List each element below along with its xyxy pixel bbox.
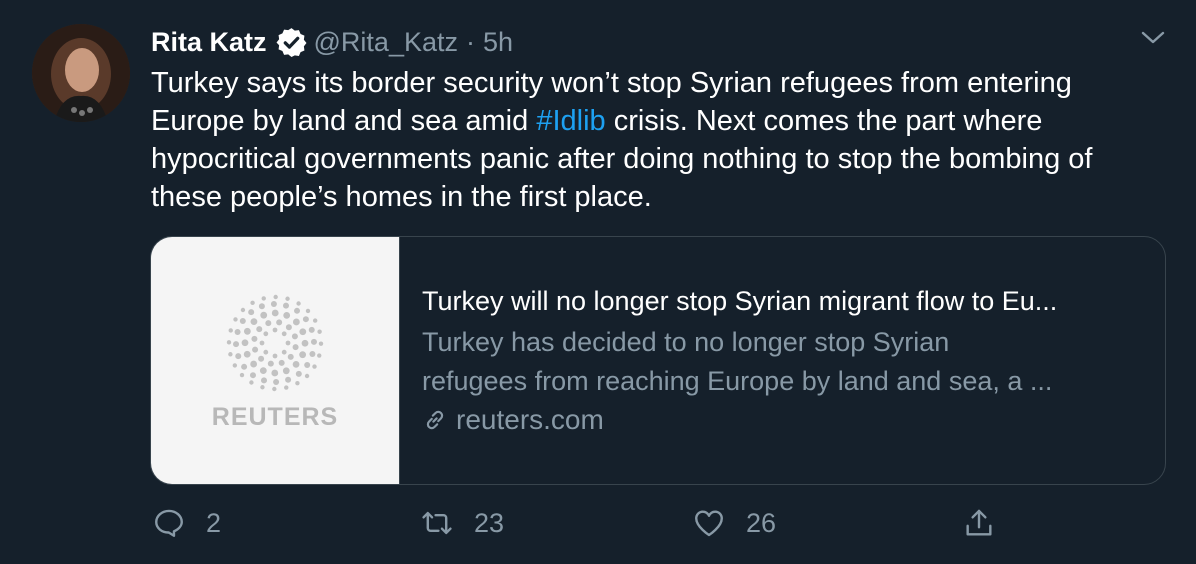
tweet-line: Europe by land and sea amid #Idlib crisi… <box>151 102 1181 140</box>
link-card[interactable]: REUTERS Turkey will no longer stop Syria… <box>150 236 1166 485</box>
retweet-button[interactable]: 23 <box>420 506 504 540</box>
author-handle[interactable]: @Rita_Katz <box>314 27 458 58</box>
tweet-line: Turkey says its border security won’t st… <box>151 67 1072 99</box>
separator: · <box>465 26 475 57</box>
card-title: Turkey will no longer stop Syrian migran… <box>422 286 1058 316</box>
like-button[interactable]: 26 <box>692 506 776 540</box>
tweet-actions: 2 23 26 <box>0 506 1196 546</box>
tweet-header: Rita Katz @Rita_Katz · 5h <box>151 24 513 60</box>
card-body: Turkey will no longer stop Syrian migran… <box>400 237 1057 484</box>
link-icon <box>426 410 444 430</box>
timestamp[interactable]: 5h <box>483 27 513 58</box>
retweet-count: 23 <box>474 507 505 538</box>
card-domain-text: reuters.com <box>456 404 604 435</box>
reuters-logo-text: REUTERS <box>211 403 339 431</box>
tweet-line: these people’s homes in the first place. <box>151 181 652 213</box>
tweet-text: Turkey says its border security won’t st… <box>151 64 1181 216</box>
reply-icon <box>155 509 183 537</box>
hashtag-link[interactable]: #Idlib <box>536 105 605 137</box>
profile-photo <box>32 24 130 122</box>
card-description-line: refugees from reaching Europe by land an… <box>422 366 1053 396</box>
card-description: Turkey has decided to no longer stop Syr… <box>422 323 1057 401</box>
share-button[interactable] <box>962 506 996 540</box>
tweet-line: hypocritical governments panic after doi… <box>151 143 1093 175</box>
avatar[interactable] <box>32 24 130 122</box>
card-description-line: Turkey has decided to no longer stop Syr… <box>422 327 950 357</box>
author-name[interactable]: Rita Katz <box>151 27 267 58</box>
heart-icon <box>695 510 723 537</box>
reply-count: 2 <box>206 507 222 538</box>
verified-badge-icon <box>276 27 307 57</box>
reuters-logo-icon <box>226 294 324 392</box>
chevron-down-icon[interactable] <box>1140 28 1166 48</box>
tweet-text-segment: crisis. Next comes the part where <box>605 105 1043 137</box>
retweet-icon <box>422 511 452 535</box>
share-icon <box>966 509 992 536</box>
card-thumbnail: REUTERS <box>151 237 400 484</box>
tweet-text-segment: Europe by land and sea amid <box>151 105 537 137</box>
like-count: 26 <box>746 507 777 538</box>
reply-button[interactable]: 2 <box>152 506 221 540</box>
card-domain: reuters.com <box>422 400 1057 440</box>
